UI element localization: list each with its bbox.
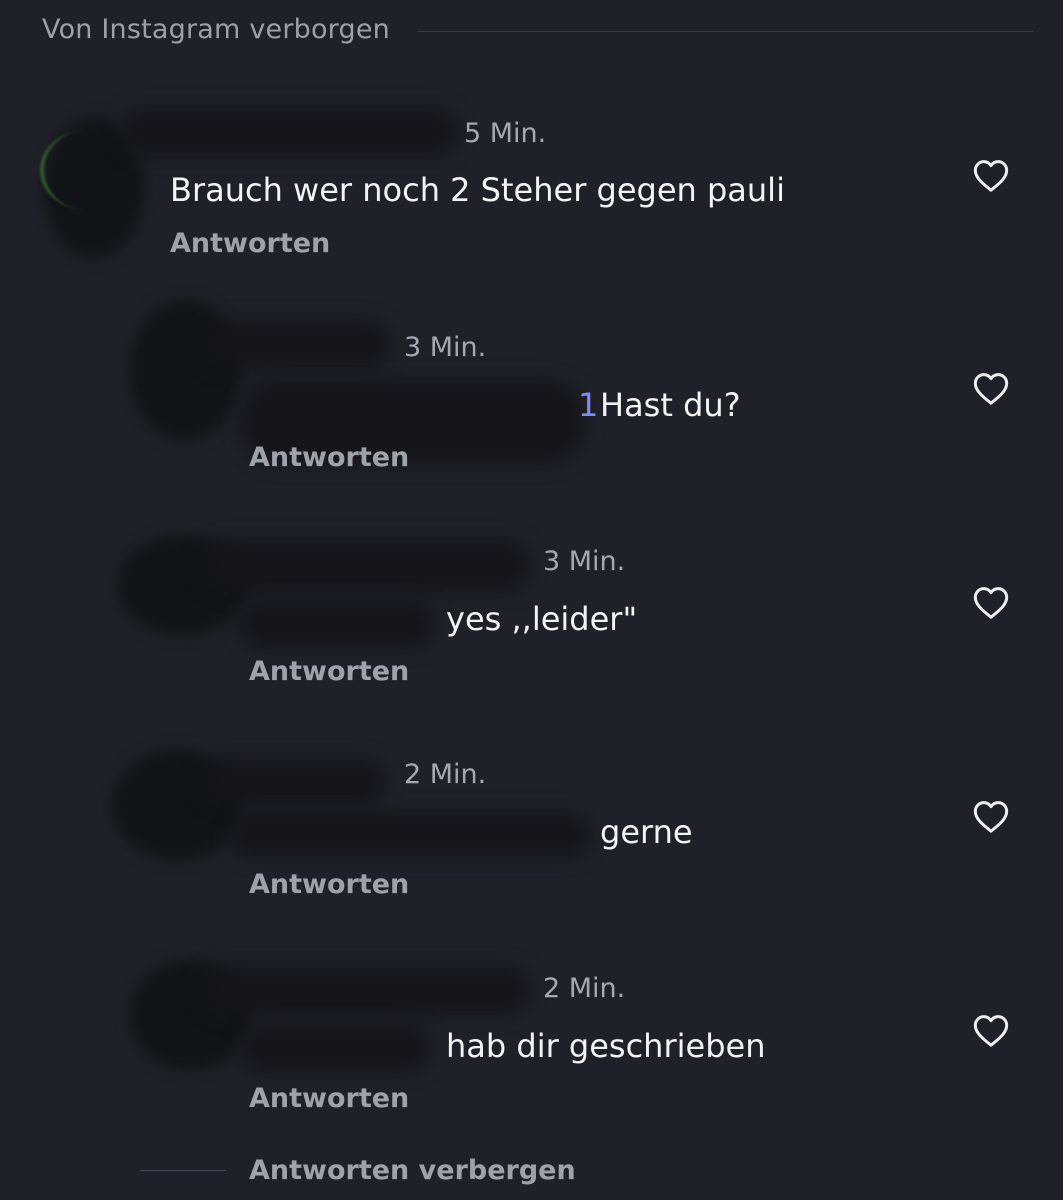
redacted-username[interactable]: [200, 540, 530, 592]
comment-timestamp: 3 Min.: [543, 546, 626, 577]
redacted-mention[interactable]: [240, 600, 435, 648]
heart-outline-icon[interactable]: [970, 1011, 1012, 1051]
comment-text: yes ,,leider": [446, 600, 638, 638]
redacted-username[interactable]: [200, 320, 390, 368]
comment-text: hab dir geschrieben: [446, 1027, 766, 1065]
redacted-username[interactable]: [200, 966, 530, 1014]
heart-outline-icon[interactable]: [970, 369, 1012, 409]
hide-replies-button[interactable]: Antworten verbergen: [249, 1155, 576, 1186]
comment-text: gerne: [600, 813, 693, 851]
reply-button[interactable]: Antworten: [249, 869, 409, 900]
heart-outline-icon[interactable]: [970, 583, 1012, 623]
reply-button[interactable]: Antworten: [249, 1083, 409, 1114]
redacted-username[interactable]: [200, 758, 385, 804]
hide-replies-divider: [140, 1170, 226, 1171]
comment-timestamp: 2 Min.: [543, 973, 626, 1004]
reply-button[interactable]: Antworten: [249, 656, 409, 687]
redacted-mention[interactable]: [240, 1024, 430, 1072]
comment-text: Hast du?: [600, 386, 741, 424]
heart-outline-icon[interactable]: [970, 797, 1012, 837]
mention-fragment: 1: [578, 386, 599, 424]
reply-button[interactable]: Antworten: [170, 228, 330, 259]
reply-item: 2 Min. hab dir geschrieben Antworten: [0, 0, 1063, 1114]
reply-button[interactable]: Antworten: [249, 442, 409, 473]
comment-timestamp: 2 Min.: [404, 759, 487, 790]
redacted-mention[interactable]: [230, 812, 590, 858]
comment-timestamp: 3 Min.: [404, 332, 487, 363]
